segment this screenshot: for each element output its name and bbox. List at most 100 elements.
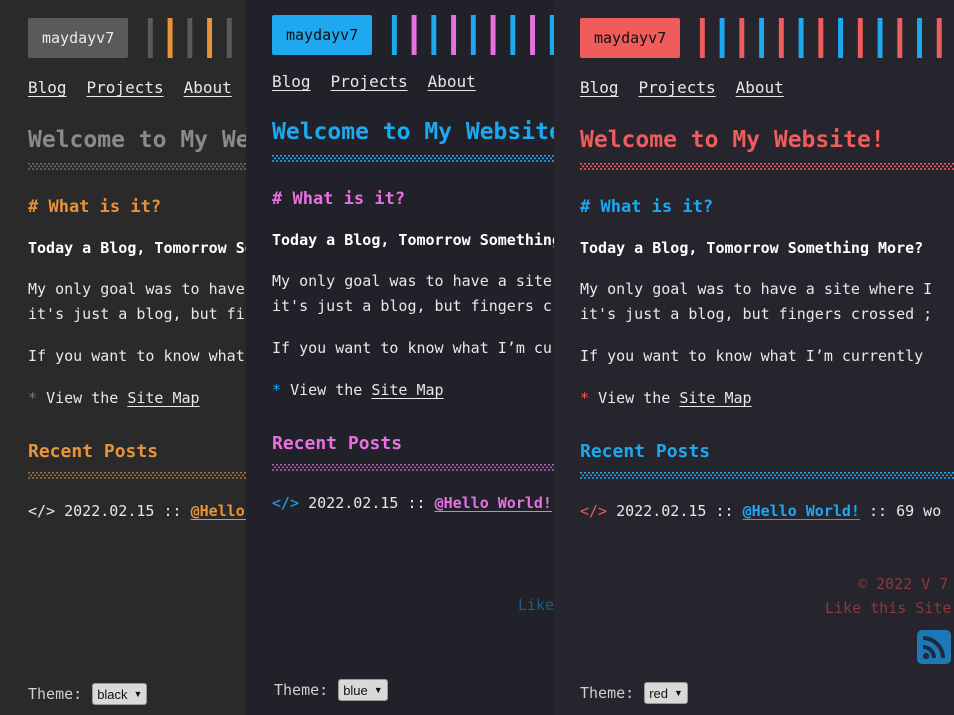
- theme-panel-red: maydayv7 Blog Projects About Welcome to …: [554, 0, 954, 715]
- header-stripe: [858, 18, 864, 58]
- header-stripe: [897, 18, 903, 58]
- tagline: Today a Blog, Tomorrow Something More?: [28, 239, 246, 257]
- footer-like[interactable]: Like this Site: [825, 599, 951, 617]
- sitemap-line: * View the Site Map: [28, 389, 200, 407]
- recent-posts-heading: Recent Posts: [580, 441, 711, 462]
- header-stripe: [392, 15, 398, 55]
- header-stripe: [818, 18, 824, 58]
- header-stripe: [759, 18, 765, 58]
- theme-select[interactable]: blue ▼: [338, 679, 388, 701]
- recent-posts-heading: Recent Posts: [272, 433, 403, 454]
- header-stripe: [207, 18, 213, 58]
- sitemap-link[interactable]: Site Map: [371, 381, 443, 399]
- title-divider: [28, 163, 246, 170]
- current-paragraph: If you want to know what I’m currently: [28, 347, 246, 365]
- nav-about[interactable]: About: [736, 78, 784, 97]
- theme-select[interactable]: black ▼: [92, 683, 148, 705]
- header-stripe: [530, 15, 536, 55]
- chevron-down-icon: ▼: [373, 685, 383, 695]
- header-stripe: [167, 18, 173, 58]
- star-icon: *: [272, 381, 282, 399]
- sitemap-link[interactable]: Site Map: [679, 389, 751, 407]
- post-item: </> 2022.02.15 :: @Hello World!: [272, 494, 552, 512]
- section-heading: # What is it?: [272, 189, 406, 209]
- site-header: maydayv7: [580, 18, 954, 58]
- intro-paragraph: My only goal was to have a site where Ii…: [272, 272, 554, 315]
- post-date: 2022.02.15: [616, 502, 707, 520]
- brand-logo[interactable]: maydayv7: [28, 18, 129, 58]
- nav-blog[interactable]: Blog: [272, 72, 311, 91]
- header-stripe: [719, 18, 725, 58]
- post-link[interactable]: @Hello World!: [743, 502, 860, 520]
- title-divider: [272, 155, 554, 162]
- header-stripe: [877, 18, 883, 58]
- header-stripe: [187, 18, 193, 58]
- code-icon: </>: [580, 502, 608, 520]
- header-stripe: [700, 18, 706, 58]
- header-stripes: [700, 18, 942, 58]
- header-stripe: [451, 15, 457, 55]
- header-stripe: [411, 15, 417, 55]
- brand-logo[interactable]: maydayv7: [580, 18, 681, 58]
- recent-posts-heading: Recent Posts: [28, 441, 159, 462]
- site-header: maydayv7: [272, 15, 554, 55]
- theme-panel-blue: maydayv7 Blog Projects About Welcome to …: [246, 0, 554, 715]
- intro-paragraph: My only goal was to have a site where Ii…: [580, 280, 933, 323]
- star-icon: *: [28, 389, 38, 407]
- nav-projects[interactable]: Projects: [331, 72, 408, 91]
- page-title: Welcome to My Website!: [28, 127, 246, 153]
- brand-logo[interactable]: maydayv7: [272, 15, 373, 55]
- post-date: 2022.02.15: [64, 502, 155, 520]
- current-paragraph: If you want to know what I’m currently: [580, 347, 924, 365]
- recent-divider: [272, 464, 554, 471]
- section-heading: # What is it?: [580, 197, 714, 217]
- section-heading: # What is it?: [28, 197, 162, 217]
- header-stripe: [917, 18, 923, 58]
- post-date: 2022.02.15: [308, 494, 399, 512]
- footer-like[interactable]: Like this Site: [518, 596, 554, 614]
- star-icon: *: [580, 389, 590, 407]
- nav-about[interactable]: About: [184, 78, 232, 97]
- tagline: Today a Blog, Tomorrow Something More?: [272, 231, 554, 249]
- sitemap-link[interactable]: Site Map: [127, 389, 199, 407]
- nav-blog[interactable]: Blog: [28, 78, 67, 97]
- sitemap-line: * View the Site Map: [272, 381, 444, 399]
- main-nav: Blog Projects About: [28, 78, 246, 97]
- header-stripes: [148, 18, 233, 58]
- theme-switcher: Theme: blue ▼: [274, 679, 388, 701]
- recent-divider: [28, 472, 246, 479]
- header-stripes: [392, 15, 554, 55]
- header-stripe: [838, 18, 844, 58]
- theme-switcher: Theme: black ▼: [28, 683, 148, 705]
- nav-blog[interactable]: Blog: [580, 78, 619, 97]
- header-stripe: [798, 18, 804, 58]
- chevron-down-icon: ▼: [133, 689, 143, 699]
- header-stripe: [431, 15, 437, 55]
- post-item: </> 2022.02.15 :: @Hello World!: [28, 502, 246, 520]
- tagline: Today a Blog, Tomorrow Something More?: [580, 239, 924, 257]
- theme-switcher: Theme: red ▼: [580, 682, 688, 704]
- recent-divider: [580, 472, 954, 479]
- header-stripe: [227, 18, 233, 58]
- nav-projects[interactable]: Projects: [87, 78, 164, 97]
- main-nav: Blog Projects About: [580, 78, 954, 97]
- header-stripe: [779, 18, 785, 58]
- title-divider: [580, 163, 954, 170]
- post-meta: 69 wo: [896, 502, 942, 520]
- theme-select[interactable]: red ▼: [644, 682, 688, 704]
- header-stripe: [471, 15, 477, 55]
- sitemap-line: * View the Site Map: [580, 389, 752, 407]
- theme-panel-black: maydayv7 Blog Projects About Welcome to …: [0, 0, 246, 715]
- intro-paragraph: My only goal was to have a site where Ii…: [28, 280, 246, 323]
- chevron-down-icon: ▼: [673, 688, 683, 698]
- current-paragraph: If you want to know what I’m currently: [272, 339, 554, 357]
- post-link[interactable]: @Hello World!: [191, 502, 246, 520]
- rss-icon[interactable]: [917, 630, 951, 664]
- post-link[interactable]: @Hello World!: [435, 494, 552, 512]
- nav-about[interactable]: About: [428, 72, 476, 91]
- site-header: maydayv7: [28, 18, 246, 58]
- nav-projects[interactable]: Projects: [639, 78, 716, 97]
- header-stripe: [937, 18, 942, 58]
- code-icon: </>: [272, 494, 300, 512]
- header-stripe: [510, 15, 516, 55]
